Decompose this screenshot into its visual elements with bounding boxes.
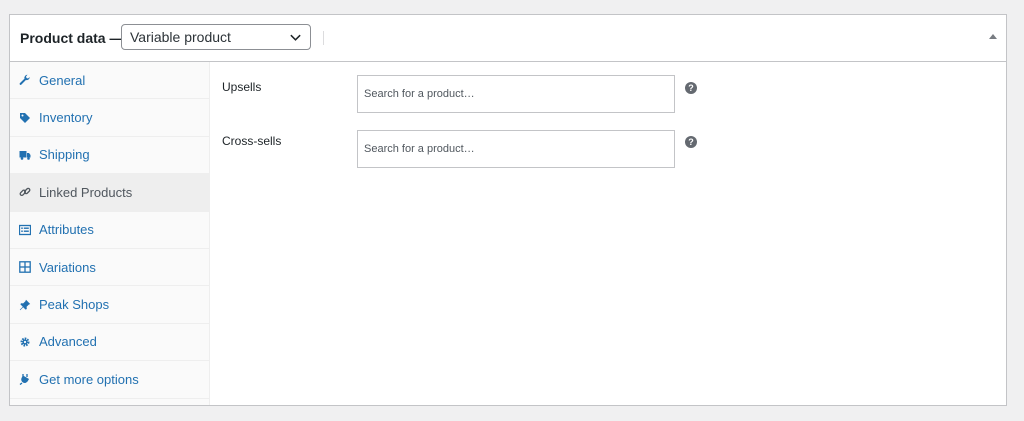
- tab-linked-products[interactable]: Linked Products: [10, 174, 209, 212]
- cross-sells-help-icon[interactable]: ?: [685, 136, 697, 148]
- collapse-arrow-icon[interactable]: [988, 32, 998, 40]
- cross-sells-placeholder: Search for a product…: [364, 143, 475, 155]
- tab-variations-label: Variations: [39, 259, 96, 275]
- link-icon: [19, 188, 31, 197]
- tab-general[interactable]: General: [10, 62, 209, 100]
- tab-attributes-label: Attributes: [39, 222, 94, 238]
- cross-sells-search-input[interactable]: Search for a product…: [357, 130, 675, 168]
- upsells-label: Upsells: [222, 80, 262, 94]
- wrench-icon: [19, 74, 30, 86]
- tab-shipping[interactable]: Shipping: [10, 137, 209, 175]
- linked-products-panel: Upsells Search for a product… ? Cross-se…: [210, 62, 1006, 405]
- tab-peak-shops-label: Peak Shops: [39, 297, 110, 313]
- product-type-value: Variable product: [130, 29, 231, 45]
- tab-linked-products-label: Linked Products: [39, 184, 133, 200]
- cross-sells-label: Cross-sells: [222, 134, 282, 148]
- tag-icon: [20, 112, 30, 123]
- tab-peak-shops[interactable]: Peak Shops: [10, 286, 209, 324]
- pin-icon: [19, 299, 31, 310]
- truck-icon: [19, 150, 31, 160]
- chevron-down-icon: [290, 34, 301, 41]
- upsells-search-input[interactable]: Search for a product…: [357, 75, 675, 113]
- tab-inventory-label: Inventory: [39, 110, 93, 126]
- plugin-icon: [19, 374, 30, 386]
- panel-header: Product data — Variable product: [10, 15, 1006, 62]
- tab-variations[interactable]: Variations: [10, 249, 209, 287]
- grid-icon: [19, 261, 31, 273]
- product-type-select[interactable]: Variable product: [121, 24, 311, 50]
- list-icon: [19, 224, 31, 235]
- tab-advanced[interactable]: Advanced: [10, 324, 209, 362]
- upsells-help-icon[interactable]: ?: [685, 82, 697, 94]
- tab-shipping-label: Shipping: [39, 147, 90, 163]
- gear-icon: [20, 337, 30, 347]
- header-divider: [323, 31, 324, 45]
- tab-advanced-label: Advanced: [39, 334, 97, 350]
- product-data-tabs: General Inventory Shipping Linked Produc…: [10, 62, 210, 405]
- tab-attributes[interactable]: Attributes: [10, 212, 209, 249]
- upsells-placeholder: Search for a product…: [364, 88, 475, 100]
- tab-get-more-options-label: Get more options: [39, 371, 139, 387]
- panel-title: Product data —: [20, 30, 124, 46]
- product-data-panel: Product data — Variable product General …: [9, 14, 1007, 406]
- tab-get-more-options[interactable]: Get more options: [10, 361, 209, 399]
- tab-inventory[interactable]: Inventory: [10, 99, 209, 137]
- tab-general-label: General: [39, 72, 86, 88]
